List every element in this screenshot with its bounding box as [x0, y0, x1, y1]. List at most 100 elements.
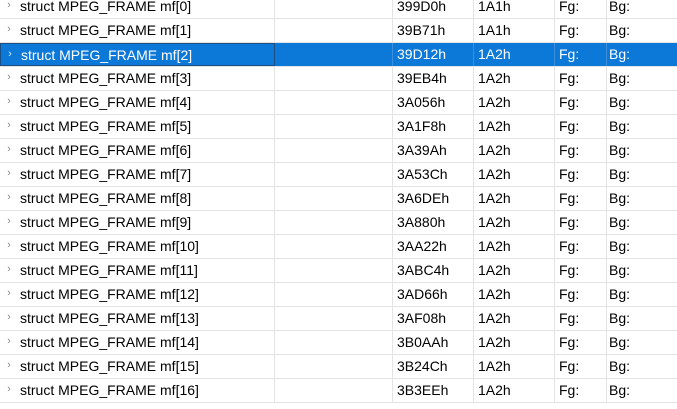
background-color-cell[interactable]: Bg: — [607, 19, 677, 42]
foreground-color-cell[interactable]: Fg: — [555, 187, 607, 210]
background-color-cell[interactable]: Bg: — [607, 43, 677, 66]
foreground-color-cell[interactable]: Fg: — [555, 67, 607, 90]
expand-chevron-icon[interactable]: › — [5, 44, 15, 65]
variable-name-cell: › struct MPEG_FRAME mf[9] — [0, 211, 275, 234]
background-color-cell[interactable]: Bg: — [607, 259, 677, 282]
foreground-color-cell[interactable]: Fg: — [555, 139, 607, 162]
variable-name-text: struct MPEG_FRAME mf[1] — [20, 22, 192, 38]
foreground-color-cell[interactable]: Fg: — [555, 307, 607, 330]
tree-row[interactable]: › struct MPEG_FRAME mf[4] 3A056h 1A2h Fg: Bg: — [0, 91, 677, 115]
background-color-cell[interactable]: Bg: — [607, 115, 677, 138]
variable-name-text: struct MPEG_FRAME mf[10] — [20, 238, 199, 254]
tree-row[interactable]: › struct MPEG_FRAME mf[2] 39D12h 1A2h Fg: Bg: — [0, 43, 677, 67]
value-cell — [275, 67, 393, 90]
variable-name-text: struct MPEG_FRAME mf[11] — [20, 262, 198, 278]
foreground-color-cell[interactable]: Fg: — [555, 235, 607, 258]
expand-chevron-icon[interactable]: › — [4, 187, 14, 210]
template-results-tree[interactable]: › struct MPEG_FRAME mf[0] 399D0h 1A1h Fg: Bg:… — [0, 0, 677, 409]
expand-chevron-icon[interactable]: › — [4, 211, 14, 234]
background-color-cell[interactable]: Bg: — [607, 379, 677, 402]
expand-chevron-icon[interactable]: › — [4, 331, 14, 354]
background-color-cell[interactable]: Bg: — [607, 283, 677, 306]
variable-name-text: struct MPEG_FRAME mf[14] — [20, 334, 199, 350]
tree-row[interactable]: › struct MPEG_FRAME mf[3] 39EB4h 1A2h Fg: Bg: — [0, 67, 677, 91]
expand-chevron-icon[interactable]: › — [4, 139, 14, 162]
foreground-color-cell[interactable]: Fg: — [555, 331, 607, 354]
tree-row[interactable]: › struct MPEG_FRAME mf[15] 3B24Ch 1A2h Fg: Bg… — [0, 355, 677, 379]
tree-row[interactable]: › struct MPEG_FRAME mf[10] 3AA22h 1A2h Fg: Bg… — [0, 235, 677, 259]
background-color-cell[interactable]: Bg: — [607, 67, 677, 90]
expand-chevron-icon[interactable]: › — [4, 355, 14, 378]
background-color-cell[interactable]: Bg: — [607, 163, 677, 186]
expand-chevron-icon[interactable]: › — [4, 19, 14, 42]
size-cell: 1A1h — [474, 0, 555, 18]
expand-chevron-icon[interactable]: › — [4, 115, 14, 138]
value-cell — [275, 259, 393, 282]
variable-name-cell: › struct MPEG_FRAME mf[2] — [0, 43, 275, 66]
start-offset-cell: 3B3EEh — [393, 379, 474, 402]
expand-chevron-icon[interactable]: › — [4, 0, 14, 18]
foreground-color-cell[interactable]: Fg: — [555, 283, 607, 306]
background-color-cell[interactable]: Bg: — [607, 355, 677, 378]
tree-row[interactable]: › struct MPEG_FRAME mf[0] 399D0h 1A1h Fg: Bg: — [0, 0, 677, 19]
tree-row[interactable]: › struct MPEG_FRAME mf[9] 3A880h 1A2h Fg: Bg: — [0, 211, 677, 235]
foreground-color-cell[interactable]: Fg: — [555, 163, 607, 186]
start-offset-cell: 3AF08h — [393, 307, 474, 330]
tree-row[interactable]: › struct MPEG_FRAME mf[11] 3ABC4h 1A2h Fg: Bg… — [0, 259, 677, 283]
tree-row[interactable]: › struct MPEG_FRAME mf[16] 3B3EEh 1A2h Fg: Bg… — [0, 379, 677, 403]
variable-name-text: struct MPEG_FRAME mf[13] — [20, 310, 199, 326]
background-color-cell[interactable]: Bg: — [607, 211, 677, 234]
expand-chevron-icon[interactable]: › — [4, 67, 14, 90]
foreground-color-cell[interactable]: Fg: — [555, 0, 607, 18]
expand-chevron-icon[interactable]: › — [4, 235, 14, 258]
variable-name-cell: › struct MPEG_FRAME mf[14] — [0, 331, 275, 354]
start-offset-cell: 3AD66h — [393, 283, 474, 306]
foreground-color-cell[interactable]: Fg: — [555, 211, 607, 234]
value-cell — [275, 139, 393, 162]
tree-row[interactable]: › struct MPEG_FRAME mf[8] 3A6DEh 1A2h Fg: Bg: — [0, 187, 677, 211]
tree-row[interactable]: › struct MPEG_FRAME mf[6] 3A39Ah 1A2h Fg: Bg: — [0, 139, 677, 163]
tree-row[interactable]: › struct MPEG_FRAME mf[12] 3AD66h 1A2h Fg: Bg… — [0, 283, 677, 307]
value-cell — [275, 19, 393, 42]
value-cell — [275, 211, 393, 234]
expand-chevron-icon[interactable]: › — [4, 283, 14, 306]
expand-chevron-icon[interactable]: › — [4, 259, 14, 282]
background-color-cell[interactable]: Bg: — [607, 235, 677, 258]
background-color-cell[interactable]: Bg: — [607, 91, 677, 114]
background-color-cell[interactable]: Bg: — [607, 307, 677, 330]
background-color-cell[interactable]: Bg: — [607, 331, 677, 354]
tree-row[interactable]: › struct MPEG_FRAME mf[1] 39B71h 1A1h Fg: Bg: — [0, 19, 677, 43]
foreground-color-cell[interactable]: Fg: — [555, 259, 607, 282]
background-color-cell[interactable]: Bg: — [607, 187, 677, 210]
foreground-color-cell[interactable]: Fg: — [555, 19, 607, 42]
expand-chevron-icon[interactable]: › — [4, 163, 14, 186]
variable-name-text: struct MPEG_FRAME mf[4] — [20, 94, 192, 110]
expand-chevron-icon[interactable]: › — [4, 91, 14, 114]
variable-name-text: struct MPEG_FRAME mf[16] — [20, 382, 199, 398]
start-offset-cell: 3A39Ah — [393, 139, 474, 162]
tree-row[interactable]: › struct MPEG_FRAME mf[7] 3A53Ch 1A2h Fg: Bg: — [0, 163, 677, 187]
tree-row[interactable]: › struct MPEG_FRAME mf[5] 3A1F8h 1A2h Fg: Bg: — [0, 115, 677, 139]
foreground-color-cell[interactable]: Fg: — [555, 379, 607, 402]
variable-name-cell: › struct MPEG_FRAME mf[10] — [0, 235, 275, 258]
tree-row[interactable]: › struct MPEG_FRAME mf[14] 3B0AAh 1A2h Fg: Bg… — [0, 331, 677, 355]
foreground-color-cell[interactable]: Fg: — [555, 355, 607, 378]
size-cell: 1A2h — [474, 115, 555, 138]
variable-name-cell: › struct MPEG_FRAME mf[12] — [0, 283, 275, 306]
variable-name-cell: › struct MPEG_FRAME mf[5] — [0, 115, 275, 138]
tree-row[interactable]: › struct MPEG_FRAME mf[13] 3AF08h 1A2h Fg: Bg… — [0, 307, 677, 331]
foreground-color-cell[interactable]: Fg: — [555, 91, 607, 114]
background-color-cell[interactable]: Bg: — [607, 0, 677, 18]
variable-name-cell: › struct MPEG_FRAME mf[16] — [0, 379, 275, 402]
background-color-cell[interactable]: Bg: — [607, 139, 677, 162]
size-cell: 1A2h — [474, 307, 555, 330]
foreground-color-cell[interactable]: Fg: — [555, 115, 607, 138]
value-cell — [275, 115, 393, 138]
size-cell: 1A2h — [474, 187, 555, 210]
start-offset-cell: 39D12h — [393, 43, 474, 66]
value-cell — [275, 379, 393, 402]
foreground-color-cell[interactable]: Fg: — [555, 43, 607, 66]
variable-name-cell: › struct MPEG_FRAME mf[7] — [0, 163, 275, 186]
expand-chevron-icon[interactable]: › — [4, 379, 14, 402]
expand-chevron-icon[interactable]: › — [4, 307, 14, 330]
